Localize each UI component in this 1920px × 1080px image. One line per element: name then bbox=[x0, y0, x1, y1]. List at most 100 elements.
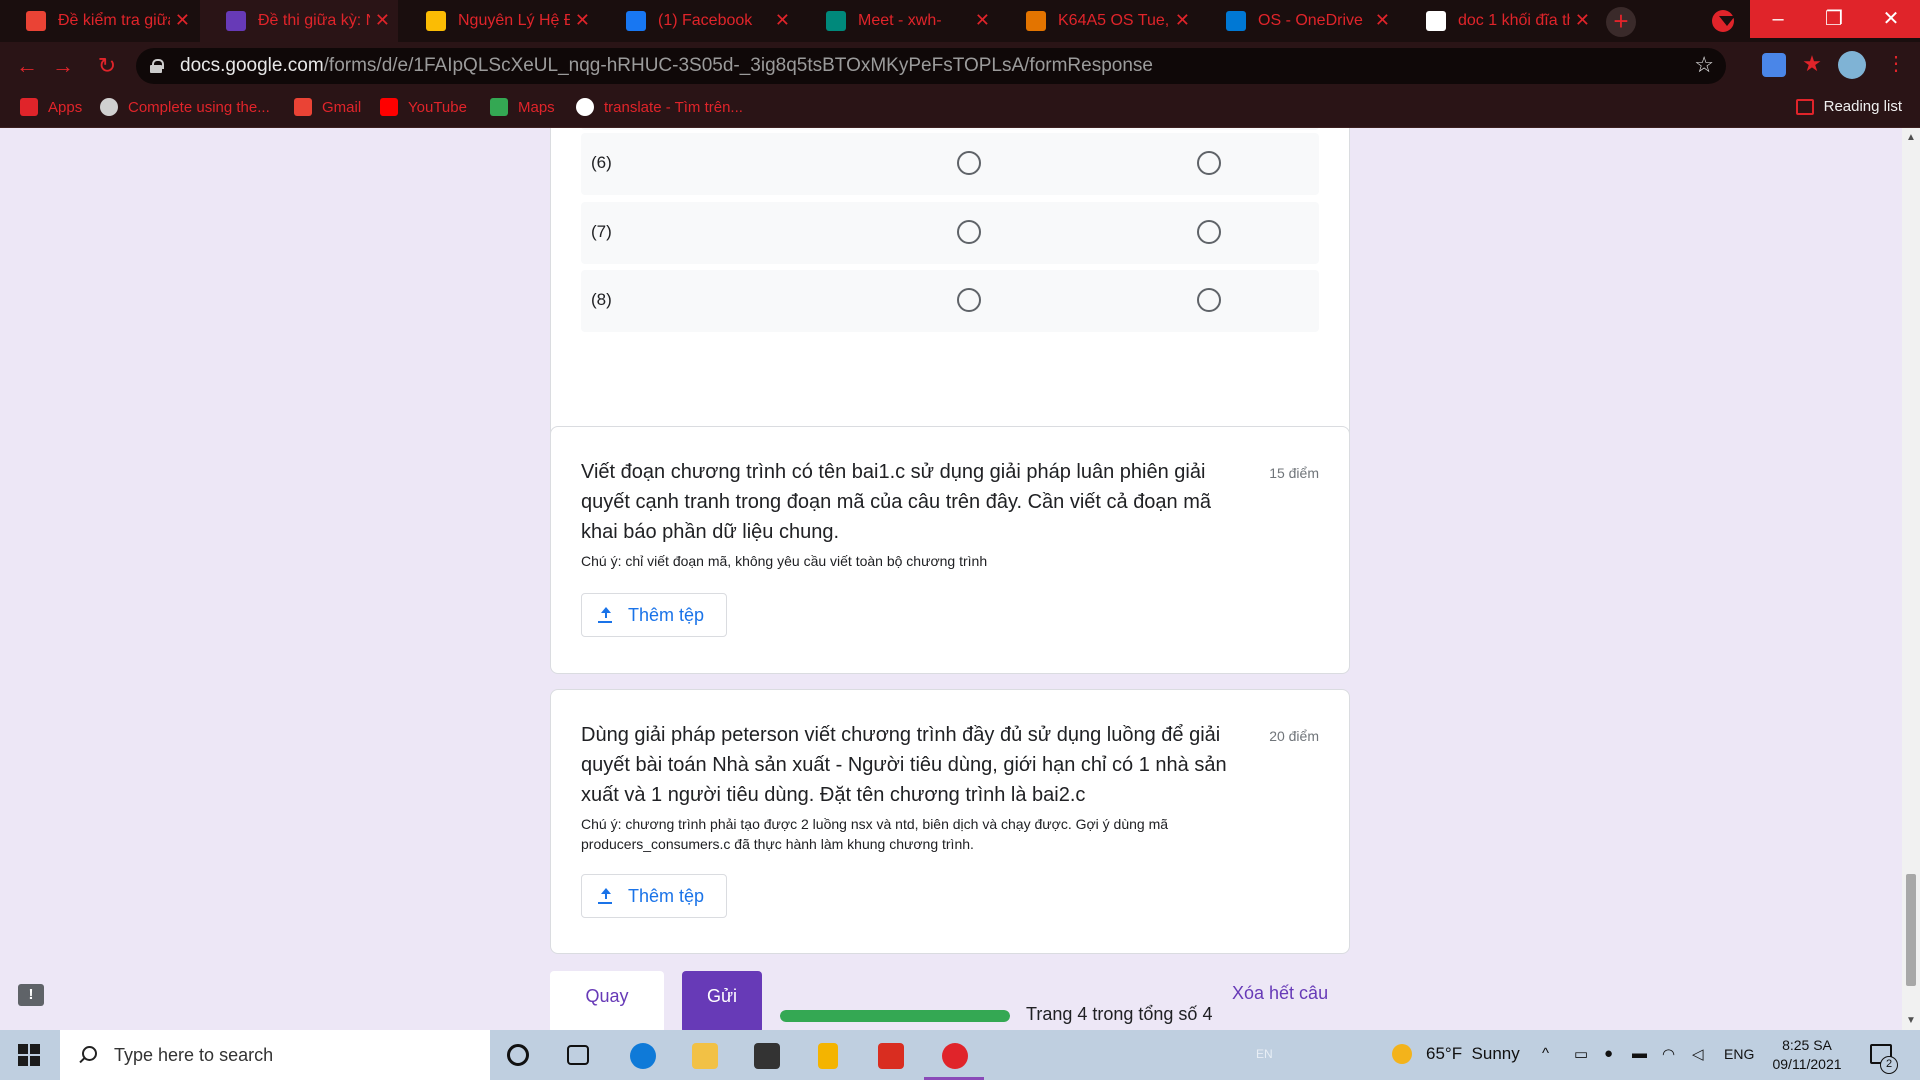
apps-grid-icon bbox=[20, 98, 38, 116]
new-tab-button[interactable]: + bbox=[1606, 7, 1636, 37]
radio-button[interactable] bbox=[957, 220, 981, 244]
back-arrow-icon[interactable]: ← bbox=[12, 54, 42, 78]
address-bar[interactable]: docs.google.com/forms/d/e/1FAIpQLScXeUL_… bbox=[136, 48, 1726, 84]
url-text[interactable]: docs.google.com/forms/d/e/1FAIpQLScXeUL_… bbox=[180, 55, 1153, 77]
close-window-button[interactable]: ✕ bbox=[1862, 0, 1920, 38]
file-explorer-icon[interactable] bbox=[692, 1043, 718, 1069]
start-tile bbox=[18, 1044, 28, 1054]
tab-title: K64A5 OS Tue, 3( bbox=[1058, 12, 1170, 29]
microphone-icon[interactable]: ● bbox=[1604, 1045, 1613, 1062]
clock[interactable]: 8:25 SA 09/11/2021 bbox=[1768, 1036, 1846, 1074]
notification-badge: 2 bbox=[1880, 1056, 1898, 1074]
radio-button[interactable] bbox=[957, 151, 981, 175]
submit-button[interactable]: Gửi bbox=[682, 971, 762, 1030]
taskbar-search[interactable]: Type here to search bbox=[60, 1030, 490, 1080]
taskbar: Type here to search EN 65°F Sunny ^ ▭ ● … bbox=[0, 1030, 1920, 1080]
browser-tab[interactable]: doc 1 khối đĩa th ✕ bbox=[1400, 0, 1598, 42]
wifi-icon[interactable]: ◠ bbox=[1662, 1045, 1675, 1063]
question-card-1: Viết đoạn chương trình có tên bai1.c sử … bbox=[550, 426, 1350, 674]
bookmark-item[interactable]: YouTube bbox=[380, 98, 467, 116]
browser-tab[interactable]: Meet - xwh- ✕ bbox=[800, 0, 998, 42]
pin-extension-icon[interactable]: ★ bbox=[1800, 53, 1824, 77]
chevron-up-icon[interactable]: ^ bbox=[1542, 1045, 1549, 1062]
edge-icon[interactable] bbox=[630, 1043, 656, 1069]
browser-tab[interactable]: Nguyên Lý Hệ ĐH ✕ bbox=[400, 0, 598, 42]
grid-row: (8) bbox=[581, 270, 1319, 332]
bookmark-item[interactable]: Apps bbox=[20, 98, 82, 116]
add-file-label: Thêm tệp bbox=[628, 604, 705, 625]
bookmark-star-icon[interactable]: ☆ bbox=[1694, 52, 1714, 78]
language-indicator[interactable]: ENG bbox=[1724, 1046, 1754, 1062]
profile-icon[interactable] bbox=[1712, 10, 1735, 32]
bookmark-item[interactable]: Complete using the... bbox=[100, 98, 270, 116]
browser-tab[interactable]: Đề thi giữa kỳ: Ng ✕ bbox=[200, 0, 398, 42]
windows-start-icon[interactable] bbox=[18, 1044, 40, 1066]
bookmark-label: Maps bbox=[518, 98, 555, 116]
close-tab-icon[interactable]: ✕ bbox=[175, 10, 190, 30]
add-file-button[interactable]: Thêm tệp bbox=[581, 874, 727, 918]
maximize-button[interactable]: ❐ bbox=[1806, 0, 1862, 38]
close-tab-icon[interactable]: ✕ bbox=[775, 10, 790, 30]
progress-bar-fill bbox=[780, 1010, 1010, 1022]
classroom-icon bbox=[1026, 11, 1046, 31]
store-icon[interactable] bbox=[754, 1043, 780, 1069]
reading-list-label: Reading list bbox=[1823, 98, 1902, 115]
minimize-button[interactable]: – bbox=[1750, 0, 1806, 38]
grid-row-label: (6) bbox=[591, 153, 612, 172]
add-file-label: Thêm tệp bbox=[628, 885, 705, 906]
task-view-icon[interactable] bbox=[567, 1045, 589, 1065]
reading-list-button[interactable]: Reading list bbox=[1795, 98, 1902, 115]
scrollbar[interactable]: ▲ ▼ bbox=[1902, 128, 1920, 1030]
back-button[interactable]: Quay bbox=[550, 971, 664, 1030]
wps-office-icon[interactable] bbox=[878, 1043, 904, 1069]
radio-button[interactable] bbox=[1197, 288, 1221, 312]
avatar[interactable] bbox=[1838, 51, 1866, 79]
weather-widget[interactable]: 65°F Sunny bbox=[1392, 1044, 1520, 1064]
close-tab-icon[interactable]: ✕ bbox=[575, 10, 590, 30]
menu-icon[interactable]: ⋮ bbox=[1884, 53, 1908, 77]
bookmark-item[interactable]: Gmail bbox=[294, 98, 361, 116]
grid-row: (6) bbox=[581, 133, 1319, 195]
bookmark-item[interactable]: translate - Tìm trên... bbox=[576, 98, 743, 116]
chrome-icon[interactable] bbox=[942, 1043, 968, 1069]
close-tab-icon[interactable]: ✕ bbox=[375, 10, 390, 30]
meet-now-icon[interactable]: ▭ bbox=[1574, 1045, 1588, 1063]
report-problem-icon[interactable]: ! bbox=[18, 984, 44, 1006]
battery-icon[interactable]: ▬ bbox=[1632, 1045, 1647, 1062]
tab-title: (1) Facebook bbox=[658, 12, 753, 29]
browser-tab[interactable]: Đề kiểm tra giữa k ✕ bbox=[0, 0, 198, 42]
question-points: 15 điểm bbox=[1269, 465, 1319, 481]
radio-button[interactable] bbox=[1197, 220, 1221, 244]
scrollbar-thumb[interactable] bbox=[1906, 874, 1916, 986]
close-tab-icon[interactable]: ✕ bbox=[1175, 10, 1190, 30]
close-tab-icon[interactable]: ✕ bbox=[1575, 10, 1590, 30]
clear-form-button[interactable]: Xóa hết câu bbox=[1232, 983, 1328, 1004]
maps-icon bbox=[490, 98, 508, 116]
question-note: Chú ý: chương trình phải tạo được 2 luồn… bbox=[581, 816, 1169, 852]
bookmark-label: Apps bbox=[48, 98, 83, 116]
add-file-button[interactable]: Thêm tệp bbox=[581, 593, 727, 637]
scroll-up-icon[interactable]: ▲ bbox=[1906, 132, 1916, 143]
youtube-icon bbox=[380, 98, 398, 116]
close-tab-icon[interactable]: ✕ bbox=[1375, 10, 1390, 30]
powerbi-icon[interactable] bbox=[818, 1043, 838, 1069]
google-icon bbox=[576, 98, 594, 116]
browser-tab[interactable]: K64A5 OS Tue, 3( ✕ bbox=[1000, 0, 1198, 42]
gmail-icon bbox=[294, 98, 312, 116]
scroll-down-icon[interactable]: ▼ bbox=[1906, 1015, 1916, 1026]
forward-arrow-icon[interactable]: → bbox=[48, 54, 78, 78]
volume-icon[interactable]: ◁ bbox=[1692, 1045, 1704, 1063]
browser-tab[interactable]: (1) Facebook ✕ bbox=[600, 0, 798, 42]
lock-icon[interactable] bbox=[150, 59, 164, 73]
bookmark-item[interactable]: Maps bbox=[490, 98, 555, 116]
translate-extension-icon[interactable] bbox=[1762, 53, 1786, 77]
start-tile bbox=[30, 1044, 40, 1054]
radio-button[interactable] bbox=[1197, 151, 1221, 175]
reload-icon[interactable]: ↻ bbox=[92, 54, 122, 78]
close-tab-icon[interactable]: ✕ bbox=[975, 10, 990, 30]
tab-strip: Đề kiểm tra giữa k✕Đề thi giữa kỳ: Ng✕Ng… bbox=[0, 0, 1920, 42]
cortana-icon[interactable] bbox=[507, 1044, 529, 1066]
browser-tab[interactable]: OS - OneDrive ✕ bbox=[1200, 0, 1398, 42]
radio-button[interactable] bbox=[957, 288, 981, 312]
question-points: 20 điểm bbox=[1269, 728, 1319, 744]
